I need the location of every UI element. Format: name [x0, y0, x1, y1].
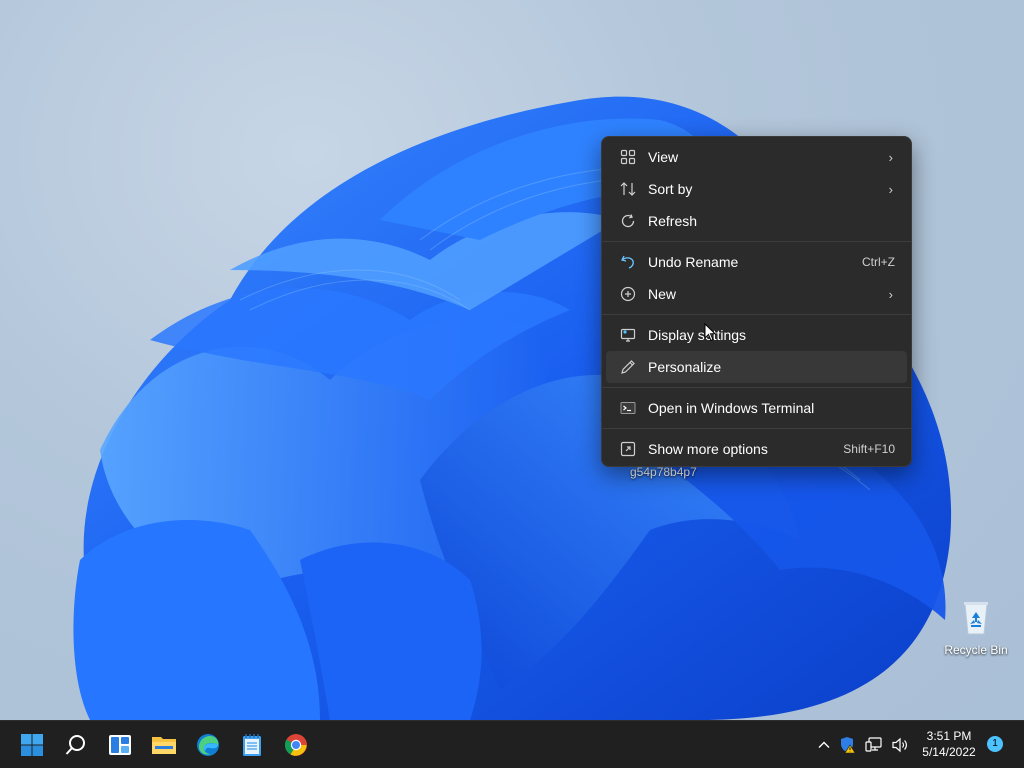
menu-item-display-settings[interactable]: Display settings: [606, 319, 907, 351]
grid-icon: [618, 147, 638, 167]
terminal-icon: [618, 398, 638, 418]
chrome-icon: [285, 734, 307, 756]
search-button[interactable]: [58, 727, 94, 763]
chevron-right-icon: ›: [888, 286, 893, 302]
widgets-icon: [109, 735, 131, 755]
notepad-button[interactable]: [234, 727, 270, 763]
show-hidden-icons-button[interactable]: [814, 735, 834, 755]
desktop-item-label[interactable]: g54p78b4p7: [630, 465, 697, 479]
taskbar-clock[interactable]: 3:51 PM 5/14/2022: [914, 728, 984, 760]
menu-item-show-more-options[interactable]: Show more options Shift+F10: [606, 433, 907, 465]
recycle-bin-label: Recycle Bin: [944, 643, 1008, 657]
start-button[interactable]: [14, 727, 50, 763]
menu-item-personalize[interactable]: Personalize: [606, 351, 907, 383]
menu-item-label: Open in Windows Terminal: [648, 400, 815, 416]
chevron-right-icon: ›: [888, 149, 893, 165]
edge-icon: [197, 734, 219, 756]
search-icon: [65, 735, 85, 755]
pen-icon: [618, 357, 638, 377]
volume-icon: [892, 737, 907, 753]
network-icon: [865, 737, 882, 752]
menu-item-undo-rename[interactable]: Undo Rename Ctrl+Z: [606, 246, 907, 278]
menu-separator: [602, 241, 911, 242]
taskbar: 3:51 PM 5/14/2022: [0, 720, 1024, 768]
context-menu: View › Sort by › Refresh Undo Rename Ctr…: [601, 136, 912, 467]
undo-icon: [618, 252, 638, 272]
menu-item-open-terminal[interactable]: Open in Windows Terminal: [606, 392, 907, 424]
menu-separator: [602, 387, 911, 388]
plus-circle-icon: [618, 284, 638, 304]
file-explorer-button[interactable]: [146, 727, 182, 763]
menu-item-label: Show more options: [648, 441, 768, 457]
start-icon: [21, 734, 43, 756]
menu-item-label: Personalize: [648, 359, 722, 375]
menu-item-sort-by[interactable]: Sort by ›: [606, 173, 907, 205]
menu-item-new[interactable]: New ›: [606, 278, 907, 310]
chevron-right-icon: ›: [888, 181, 893, 197]
clock-date: 5/14/2022: [922, 745, 976, 759]
display-icon: [618, 325, 638, 345]
recycle-bin-icon: [964, 602, 988, 635]
menu-item-refresh[interactable]: Refresh: [606, 205, 907, 237]
menu-item-label: New: [648, 286, 677, 302]
menu-item-view[interactable]: View ›: [606, 141, 907, 173]
volume-tray-button[interactable]: [890, 735, 910, 755]
file-explorer-icon: [152, 737, 176, 754]
refresh-icon: [618, 211, 638, 231]
menu-item-label: Sort by: [648, 181, 693, 197]
menu-item-label: Refresh: [648, 213, 698, 229]
shortcut-label: Shift+F10: [843, 442, 895, 456]
chrome-button[interactable]: [278, 727, 314, 763]
mouse-cursor-icon: [704, 323, 717, 342]
sort-icon: [618, 179, 638, 199]
security-warning-icon: [841, 737, 856, 754]
network-tray-button[interactable]: [864, 735, 884, 755]
menu-separator: [602, 428, 911, 429]
menu-item-label: View: [648, 149, 679, 165]
notification-badge[interactable]: 1: [987, 736, 1003, 752]
notepad-icon: [243, 734, 261, 756]
chevron-up-icon: [818, 741, 830, 748]
security-tray-button[interactable]: [838, 735, 858, 755]
recycle-bin[interactable]: Recycle Bin: [940, 596, 1012, 657]
shortcut-label: Ctrl+Z: [862, 255, 895, 269]
widgets-button[interactable]: [102, 727, 138, 763]
edge-button[interactable]: [190, 727, 226, 763]
clock-time: 3:51 PM: [926, 729, 972, 743]
menu-item-label: Undo Rename: [648, 254, 739, 270]
more-options-icon: [618, 439, 638, 459]
menu-separator: [602, 314, 911, 315]
menu-item-label: Display settings: [648, 327, 747, 343]
